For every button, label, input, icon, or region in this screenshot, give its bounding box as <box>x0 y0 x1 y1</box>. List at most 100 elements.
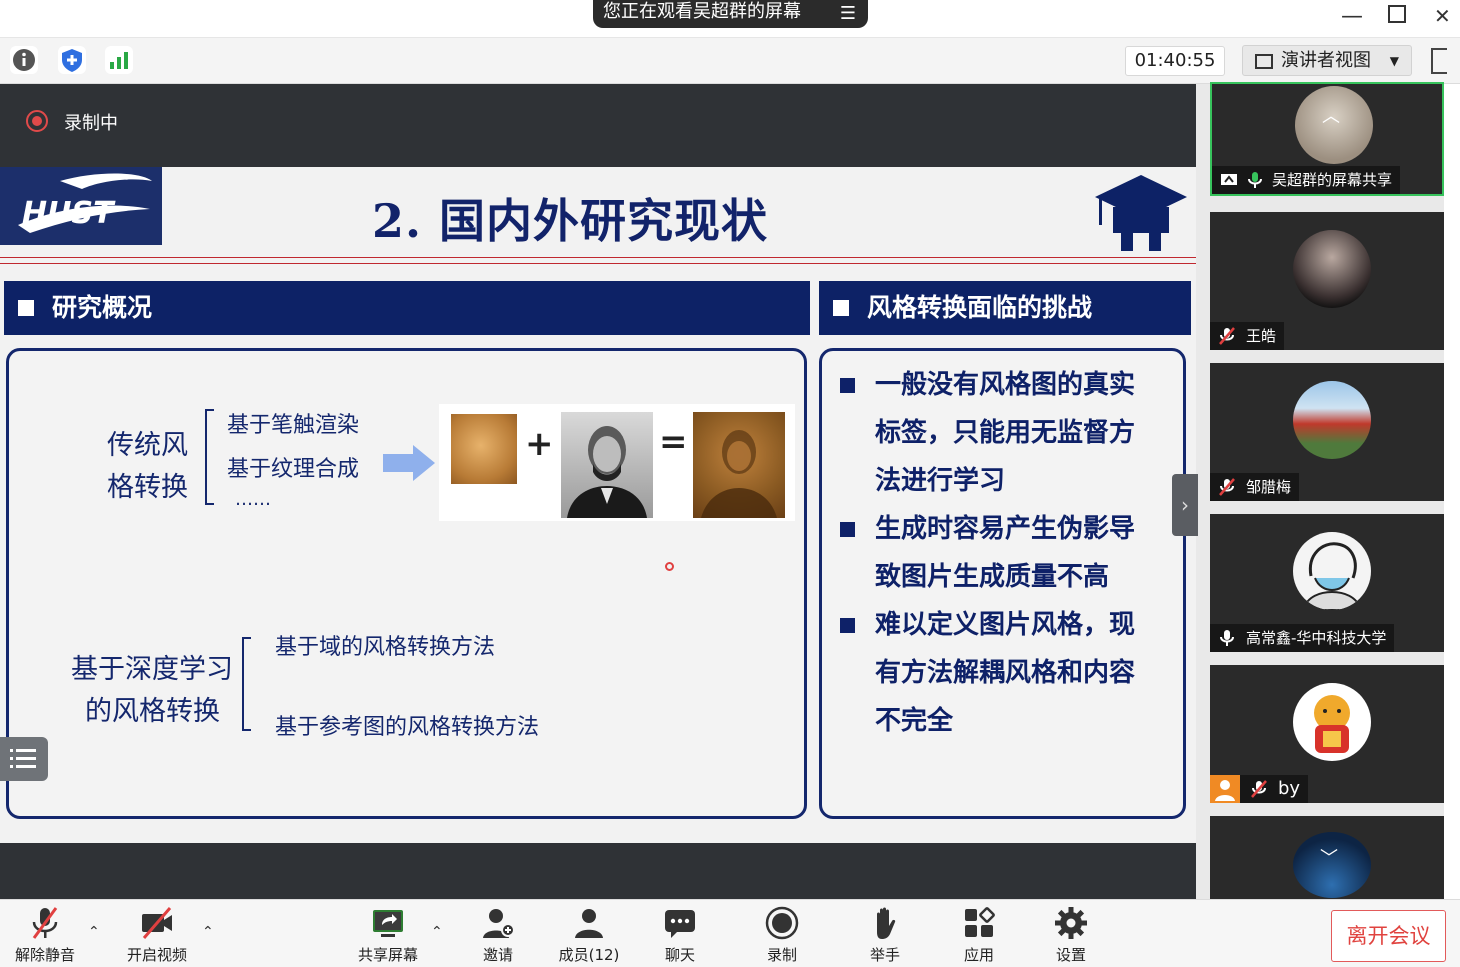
settings-label: 设置 <box>1055 946 1086 964</box>
members-label: 成员(12) <box>558 946 620 964</box>
record-button[interactable]: 录制 <box>737 906 827 965</box>
chat-button[interactable]: 聊天 <box>635 906 725 965</box>
raise-hand-button[interactable]: 举手 <box>840 906 930 965</box>
right-section-heading: 风格转换面临的挑战 <box>819 281 1191 335</box>
close-icon[interactable]: ✕ <box>1434 4 1451 28</box>
traditional-item: 基于笔触渲染 <box>227 413 360 438</box>
share-screen-icon <box>373 910 403 937</box>
gear-icon <box>1055 907 1087 939</box>
chevron-up-icon[interactable]: ⌃ <box>202 924 214 940</box>
start-video-label: 开启视频 <box>126 946 187 964</box>
share-menu-icon[interactable]: ☰ <box>840 2 856 26</box>
traditional-item: 基于纹理合成 <box>227 457 360 482</box>
start-video-button[interactable]: 开启视频 <box>112 906 202 965</box>
participant-nametag: by <box>1210 775 1309 803</box>
challenge-bullet: 生成时容易产生伪影导致图片生成质量不高 <box>840 505 1170 601</box>
participant-tile[interactable]: 高常鑫-华中科技大学 <box>1210 514 1444 652</box>
portrait-image <box>561 412 653 518</box>
invite-label: 邀请 <box>482 946 513 964</box>
chat-label: 聊天 <box>664 946 695 964</box>
participant-tile[interactable]: ︿ 吴超群的屏幕共享 <box>1210 82 1444 196</box>
invite-button[interactable]: 邀请 <box>453 906 543 965</box>
leave-meeting-button[interactable]: 离开会议 <box>1331 910 1446 962</box>
members-button[interactable]: 成员(12) <box>544 906 634 965</box>
right-arrow-icon <box>383 445 435 481</box>
participant-nametag: 邹腊梅 <box>1210 473 1300 501</box>
participants-sidebar: › ︿ 吴超群的屏幕共享 王皓 邹腊梅 高常鑫-华中科技大学 by ﹀ <box>1172 82 1460 899</box>
participant-tile[interactable]: ﹀ <box>1210 816 1444 899</box>
participant-tile[interactable]: by <box>1210 665 1444 803</box>
chevron-up-icon[interactable]: ⌃ <box>88 924 100 940</box>
view-mode-dropdown[interactable]: 演讲者视图 ▼ <box>1242 45 1412 76</box>
challenge-bullet: 难以定义图片风格，现有方法解耦风格和内容不完全 <box>840 601 1170 745</box>
meeting-timer: 01:40:55 <box>1125 46 1225 76</box>
traditional-label-line1: 传统风 <box>107 430 188 461</box>
chat-icon <box>665 910 695 938</box>
participant-tile[interactable]: 邹腊梅 <box>1210 363 1444 501</box>
microphone-muted-icon <box>1251 780 1267 798</box>
graduation-cap-icon <box>1095 173 1187 253</box>
title-divider <box>0 257 1196 258</box>
research-overview-panel: 传统风 格转换 基于笔触渲染 基于纹理合成 …… + = 基于深度学习 的风格转… <box>6 348 807 819</box>
slide-list-button[interactable] <box>0 737 48 781</box>
heading-bullet <box>833 300 849 316</box>
network-signal-icon[interactable] <box>105 46 133 74</box>
participant-name: by <box>1278 778 1301 799</box>
share-screen-button[interactable]: 共享屏幕 <box>343 906 433 965</box>
plus-sign: + <box>525 424 554 464</box>
pointer-dot <box>665 562 674 571</box>
title-divider <box>0 263 1196 264</box>
maximize-icon[interactable] <box>1388 5 1406 23</box>
deep-item: 基于域的风格转换方法 <box>275 635 496 660</box>
security-shield-icon[interactable] <box>58 46 86 74</box>
info-icon[interactable] <box>10 46 38 74</box>
chevron-up-icon[interactable]: ︿ <box>1322 102 1340 128</box>
participant-name: 王皓 <box>1246 327 1277 345</box>
apps-button[interactable]: 应用 <box>934 906 1024 965</box>
traditional-brace <box>205 409 214 505</box>
chevron-down-icon[interactable]: ﹀ <box>1320 844 1338 870</box>
participant-nametag: 吴超群的屏幕共享 <box>1212 166 1401 194</box>
logo-text: HUST <box>22 196 116 231</box>
record-dot-icon <box>26 110 48 132</box>
participant-name: 高常鑫-华中科技大学 <box>1246 629 1387 647</box>
screen-share-banner[interactable]: 您正在观看吴超群的屏幕 ☰ <box>593 0 868 28</box>
recording-label: 录制中 <box>64 113 118 134</box>
traditional-label-line2: 格转换 <box>107 472 188 503</box>
chevron-up-icon[interactable]: ⌃ <box>431 924 443 940</box>
microphone-muted-icon <box>1219 327 1235 345</box>
invite-user-icon <box>483 909 515 938</box>
challenge-text: 难以定义图片风格，现有方法解耦风格和内容不完全 <box>875 610 1136 736</box>
microphone-icon <box>1220 630 1234 646</box>
window-edge <box>1444 84 1460 899</box>
apps-icon <box>965 907 995 937</box>
participant-tile[interactable]: 王皓 <box>1210 212 1444 350</box>
slide-title: 2. 国内外研究现状 <box>372 194 769 248</box>
unmute-button[interactable]: 解除静音 <box>0 906 90 965</box>
presentation-slide: HUST 2. 国内外研究现状 研究概况 传统风 格转换 基于笔触渲染 基于纹理… <box>0 167 1196 843</box>
participant-name: 邹腊梅 <box>1246 478 1292 496</box>
view-mode-label: 演讲者视图 <box>1281 50 1371 71</box>
screen-share-icon <box>1221 174 1237 185</box>
traditional-item-ellipsis: …… <box>235 489 271 510</box>
fullscreen-icon[interactable] <box>1431 48 1447 74</box>
microphone-icon <box>1248 172 1262 188</box>
collapse-sidebar-button[interactable]: › <box>1172 474 1198 536</box>
user-icon <box>1210 775 1240 803</box>
apps-label: 应用 <box>963 946 994 964</box>
shared-screen-stage: 录制中 HUST 2. 国内外研究现状 研究概况 传统风 格转换 基于笔触渲染 … <box>0 84 1196 899</box>
raise-hand-label: 举手 <box>869 946 900 964</box>
deep-label-line2: 的风格转换 <box>85 696 220 727</box>
record-label: 录制 <box>766 946 797 964</box>
minimize-icon[interactable]: — <box>1341 4 1363 29</box>
style-transfer-example: + = <box>439 404 795 521</box>
challenge-bullet: 一般没有风格图的真实标签，只能用无监督方法进行学习 <box>840 361 1170 505</box>
challenge-text: 一般没有风格图的真实标签，只能用无监督方法进行学习 <box>875 370 1136 496</box>
hust-logo: HUST <box>0 167 162 245</box>
unmute-label: 解除静音 <box>14 946 75 964</box>
microphone-muted-icon <box>32 907 58 939</box>
settings-button[interactable]: 设置 <box>1026 906 1116 965</box>
participant-nametag: 王皓 <box>1210 322 1285 350</box>
stylized-portrait-image <box>693 412 785 518</box>
record-icon <box>765 906 799 940</box>
